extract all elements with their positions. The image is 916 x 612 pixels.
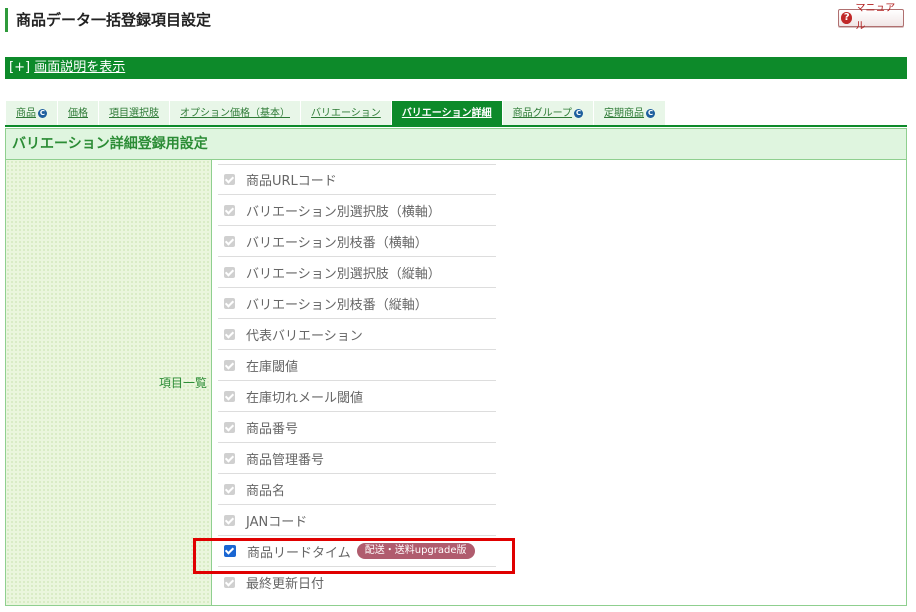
checkbox-checked-disabled (224, 266, 235, 278)
checkbox-checked-disabled (224, 514, 235, 526)
list-item: 代表バリエーション (218, 319, 496, 350)
list-item: バリエーション別選択肢（横軸） (218, 195, 496, 226)
c-icon: C (646, 109, 656, 118)
checkbox-checked-disabled (224, 421, 235, 433)
tab-underline (5, 125, 907, 127)
checkbox-checked-disabled (224, 328, 235, 340)
help-icon: ? (841, 12, 853, 24)
list-item: 商品URLコード (218, 164, 496, 195)
page-title: 商品データ一括登録項目設定 (5, 8, 211, 32)
list-item: 商品管理番号 (218, 443, 496, 474)
section-heading: バリエーション詳細登録用設定 (6, 129, 906, 160)
list-item: バリエーション別選択肢（縦軸） (218, 257, 496, 288)
tab-option-price[interactable]: オプション価格（基本） (170, 101, 301, 126)
description-toggle-bar: [+] 画面説明を表示 (5, 57, 907, 79)
settings-section: バリエーション詳細登録用設定 項目一覧 商品URLコード バリエーション別選択肢… (5, 128, 907, 606)
tab-product[interactable]: 商品 C (6, 101, 58, 126)
manual-button[interactable]: ? マニュアル (838, 3, 904, 32)
list-item: JANコード (218, 505, 496, 536)
tab-variation[interactable]: バリエーション (301, 101, 392, 126)
expand-marker: [+] (9, 60, 31, 75)
tab-bar: 商品 C 価格 項目選択肢 オプション価格（基本） バリエーション バリエーショ… (6, 101, 667, 126)
list-item: 在庫閾値 (218, 350, 496, 381)
label-column: 項目一覧 (6, 160, 212, 605)
tab-price[interactable]: 価格 (58, 101, 99, 126)
checkbox-checked-disabled (224, 174, 235, 185)
tab-subscription-product[interactable]: 定期商品 C (594, 101, 667, 126)
highlight-frame (193, 538, 515, 574)
checkbox-checked-disabled (224, 235, 235, 247)
checkbox-checked-disabled (224, 452, 235, 464)
checkbox-checked-disabled (224, 577, 235, 588)
checkbox-checked-disabled (224, 204, 235, 216)
c-icon: C (38, 109, 47, 118)
checkbox-checked-disabled (224, 483, 235, 495)
tab-variation-detail[interactable]: バリエーション詳細 (391, 101, 503, 126)
list-item: 商品番号 (218, 412, 496, 443)
list-item: 商品名 (218, 474, 496, 505)
tab-item-options[interactable]: 項目選択肢 (99, 101, 170, 126)
show-description-link[interactable]: 画面説明を表示 (34, 60, 125, 75)
tab-product-group[interactable]: 商品グループ C (502, 101, 595, 126)
item-list-label: 項目一覧 (158, 376, 207, 390)
item-checklist: 商品URLコード バリエーション別選択肢（横軸） バリエーション別枝番（横軸） … (218, 164, 496, 598)
list-item: バリエーション別枝番（縦軸） (218, 288, 496, 319)
checkbox-checked-disabled (224, 359, 235, 371)
list-item: 在庫切れメール閾値 (218, 381, 496, 412)
c-icon: C (574, 109, 584, 118)
checkbox-checked-disabled (224, 297, 235, 309)
checkbox-checked-disabled (224, 390, 235, 402)
manual-button-label: マニュアル (855, 3, 896, 32)
list-item: バリエーション別枝番（横軸） (218, 226, 496, 257)
